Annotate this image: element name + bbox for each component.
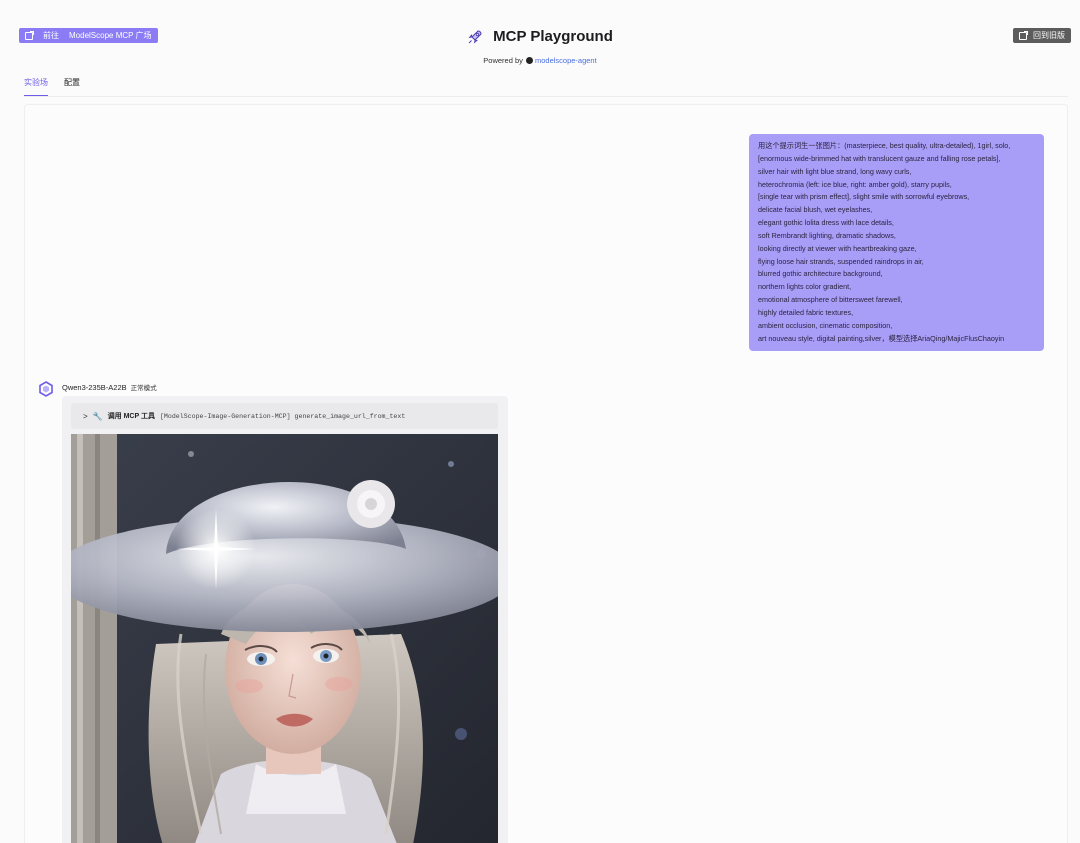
tab-playground[interactable]: 实验场	[24, 77, 48, 96]
user-message-line: [single tear with prism effect], slight …	[758, 192, 970, 202]
tool-call-collapsible[interactable]: > 🔧 调用 MCP 工具 [ModelScope-Image-Generati…	[71, 403, 498, 429]
user-message-line: elegant gothic lolita dress with lace de…	[758, 218, 894, 228]
powered-by: Powered by modelscope-agent	[0, 56, 1080, 65]
user-message-line: [enormous wide-brimmed hat with transluc…	[758, 153, 1001, 163]
user-message-line: northern lights color gradient,	[758, 282, 852, 292]
mode-badge: 正常模式	[130, 385, 157, 392]
wrench-icon: 🔧	[92, 411, 103, 421]
chevron-right-icon[interactable]: >	[83, 412, 88, 421]
generated-image[interactable]	[71, 434, 498, 843]
user-message-line: blurred gothic architecture background,	[758, 269, 883, 279]
user-message-line: highly detailed fabric textures,	[758, 307, 854, 317]
tab-divider	[24, 96, 1068, 97]
user-message-bubble: 用这个提示词生一张图片：(masterpiece, best quality, …	[749, 134, 1044, 351]
tool-call-label: 调用 MCP 工具	[107, 413, 155, 420]
page: modelscope modelscope modelscope modelsc…	[0, 0, 1080, 843]
user-message-line: 用这个提示词生一张图片：(masterpiece, best quality, …	[758, 141, 1011, 150]
rocket-icon	[468, 29, 482, 43]
user-message-line: silver hair with light blue strand, long…	[758, 166, 912, 176]
tab-config[interactable]: 配置	[64, 77, 80, 96]
qwen-logo-icon	[39, 381, 53, 397]
user-message-line: emotional atmosphere of bittersweet fare…	[758, 295, 903, 305]
user-message-line: heterochromia (left: ice blue, right: am…	[758, 179, 952, 189]
user-message-line: ambient occlusion, cinematic composition…	[758, 320, 893, 330]
powered-prefix: Powered by	[483, 56, 523, 65]
title-area: MCP Playground	[0, 28, 1080, 45]
tool-call-code: [ModelScope-Image-Generation-MCP] genera…	[159, 412, 406, 420]
user-message-line: delicate facial blush, wet eyelashes,	[758, 205, 873, 215]
assistant-header: Qwen3-235B-A22B 正常模式	[62, 382, 157, 393]
modelscope-agent-link[interactable]: modelscope-agent	[535, 56, 597, 65]
user-message-line: soft Rembrandt lighting, dramatic shadow…	[758, 230, 896, 240]
user-message-line: flying loose hair strands, suspended rai…	[758, 256, 924, 266]
header: 前往 ModelScope MCP 广场 MCP Playground Powe…	[0, 0, 1080, 72]
page-title: MCP Playground	[493, 28, 613, 45]
back-to-old-version-button[interactable]: 回到旧版	[1013, 28, 1071, 43]
github-icon	[525, 57, 533, 64]
external-link-icon	[1019, 30, 1028, 40]
old-version-label: 回到旧版	[1033, 31, 1065, 40]
tab-bar: 实验场 配置	[24, 77, 80, 96]
model-name: Qwen3-235B-A22B	[62, 382, 127, 392]
user-message-line: looking directly at viewer with heartbre…	[758, 243, 917, 253]
user-message-line: art nouveau style, digital painting,silv…	[758, 333, 1005, 343]
